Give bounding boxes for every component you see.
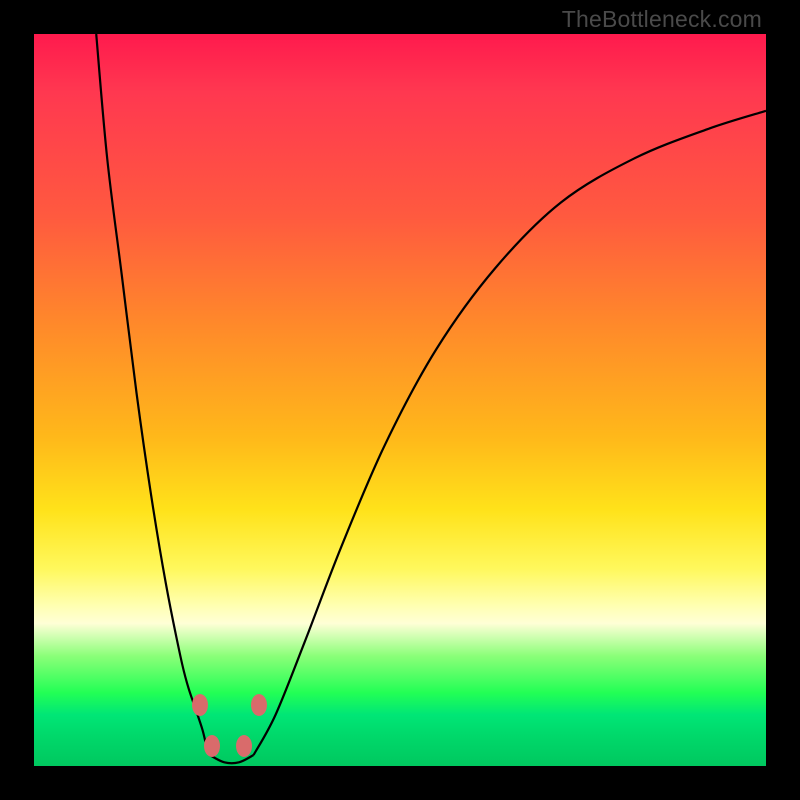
plot-area <box>34 34 766 766</box>
curve-layer <box>34 34 766 766</box>
watermark-text: TheBottleneck.com <box>562 6 762 33</box>
marker-dot <box>251 694 267 716</box>
marker-dot <box>192 694 208 716</box>
marker-dot <box>236 735 252 757</box>
bottleneck-curve-left <box>96 34 209 755</box>
bottleneck-curve-right <box>254 111 766 755</box>
chart-frame: TheBottleneck.com <box>0 0 800 800</box>
marker-dot <box>204 735 220 757</box>
bottleneck-curve-floor <box>210 755 254 763</box>
